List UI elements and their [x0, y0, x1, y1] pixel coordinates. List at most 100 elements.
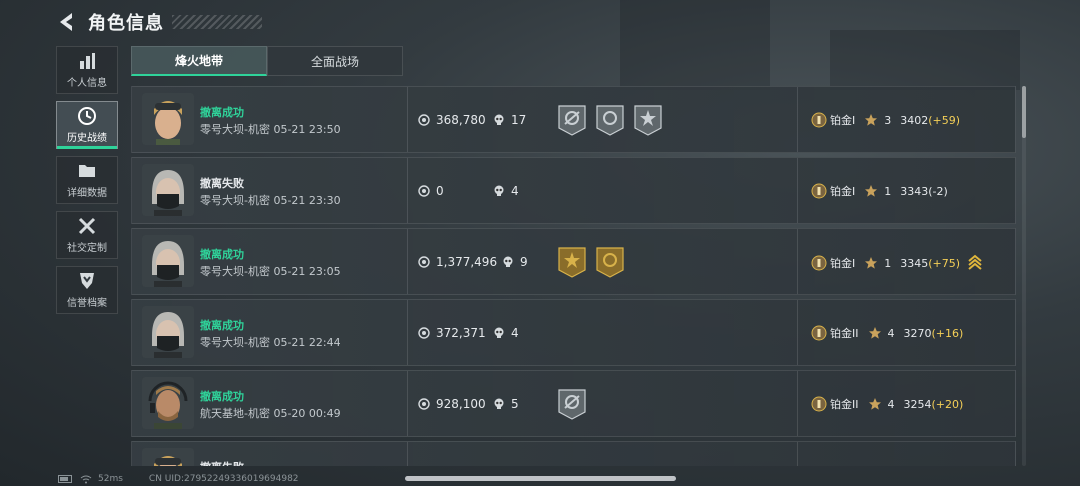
rank-name: 铂金II	[830, 398, 859, 411]
platinum-rank-icon	[811, 396, 827, 412]
row-divider	[407, 158, 408, 223]
match-row[interactable]: 撤离成功 零号大坝-机密 05-21 22:44 372,371 4 铂金II 4 3270…	[131, 299, 1016, 366]
kill-count: 17	[493, 113, 526, 127]
medal-group	[557, 388, 595, 420]
scrollbar-track[interactable]	[1022, 86, 1026, 466]
match-row[interactable]: 撤离失败零号大坝-机密 05-21 23:30 0 4 铂金I 1 3343 (-2)	[131, 157, 1016, 224]
rank-star-count: 4	[887, 326, 895, 340]
medal-group	[557, 104, 671, 136]
row-divider	[407, 87, 408, 152]
back-arrow-icon[interactable]	[56, 11, 76, 33]
tab-hazard-zone[interactable]: 烽火地带	[131, 46, 267, 76]
loot-value: 1,377,496	[418, 255, 497, 269]
folder-icon	[79, 165, 95, 177]
kill-count: 9	[502, 255, 528, 269]
extraction-result: 撤离成功	[200, 390, 244, 403]
loot-value: 0	[418, 184, 444, 198]
rank-info: 铂金I 1 3343 (-2)	[811, 183, 948, 199]
rank-name: 铂金II	[830, 327, 859, 340]
page-header: 角色信息	[56, 8, 262, 36]
rank-info: 铂金I 1 3345 (+75)	[811, 254, 982, 272]
rank-name: 铂金I	[830, 257, 856, 270]
score-delta: (+75)	[928, 256, 961, 270]
sidebar-item-label: 历史战绩	[67, 133, 107, 144]
medal-group	[557, 246, 633, 278]
sidebar-item-details[interactable]: 详细数据	[56, 156, 118, 204]
match-history-list[interactable]: 撤离成功 零号大坝-机密 05-21 23:50 368,780 17 铂金I 3 3402…	[131, 86, 1016, 466]
row-divider	[797, 442, 798, 466]
extraction-result: 撤离成功	[200, 248, 244, 261]
skull-icon	[494, 114, 504, 125]
platinum-rank-icon	[811, 255, 827, 271]
star-icon	[868, 398, 881, 410]
kill-count-text: 4	[511, 326, 519, 340]
player-uid: CN UID:27952249336019694982	[148, 474, 299, 484]
rank-score: 3402	[900, 113, 929, 127]
operator-avatar	[142, 306, 194, 358]
kill-count-text: 9	[520, 255, 528, 269]
rank-name: 铂金I	[830, 185, 856, 198]
rank-name: 铂金I	[830, 114, 856, 127]
kill-count-text: 5	[511, 397, 519, 411]
kill-count: 5	[493, 397, 519, 411]
sidebar-item-profile[interactable]: 个人信息	[56, 46, 118, 94]
match-row[interactable]: 撤离成功 零号大坝-机密 05-21 23:05 1,377,496 9 铂金I 1 334…	[131, 228, 1016, 295]
match-row[interactable]: 撤离成功 零号大坝-机密 05-21 23:50 368,780 17 铂金I 3 3402…	[131, 86, 1016, 153]
kill-count-text: 4	[511, 184, 519, 198]
promotion-chevron-icon	[968, 254, 982, 270]
star-icon	[865, 257, 878, 269]
row-divider	[797, 371, 798, 436]
loot-value-text: 0	[436, 184, 444, 198]
shield-badge-icon	[80, 273, 94, 289]
extraction-result: 撤离失败	[200, 177, 244, 190]
operator-avatar	[142, 235, 194, 287]
background-silhouette	[620, 0, 770, 90]
title-decoration	[172, 15, 262, 29]
sidebar-item-history[interactable]: 历史战绩	[56, 101, 118, 149]
match-row[interactable]: 撤离失败	[131, 441, 1016, 466]
scrollbar-thumb[interactable]	[1022, 86, 1026, 138]
loot-value-text: 368,780	[436, 113, 486, 127]
page-title: 角色信息	[88, 13, 164, 34]
star-icon	[865, 185, 878, 197]
operator-avatar	[142, 93, 194, 145]
operator-avatar	[142, 164, 194, 216]
sidebar-item-label: 详细数据	[67, 188, 107, 199]
row-divider	[407, 371, 408, 436]
score-delta: (+59)	[928, 113, 961, 127]
platinum-rank-icon	[811, 183, 827, 199]
masked-gray-hair-avatar	[142, 235, 194, 287]
skull-icon	[494, 185, 504, 196]
rank-score: 3345	[900, 256, 929, 270]
wifi-icon	[80, 475, 92, 483]
sidebar-item-label: 信誉档案	[67, 298, 107, 309]
extraction-result: 撤离成功	[200, 319, 244, 332]
sidebar: 个人信息 历史战绩 详细数据 社交定制 信誉档案	[56, 46, 118, 321]
extraction-result: 撤离失败	[200, 459, 244, 466]
kill-count: 4	[493, 184, 519, 198]
map-and-time: 零号大坝-机密 05-21 22:44	[200, 336, 341, 349]
coin-icon	[418, 327, 430, 339]
gray-rifle-medal	[558, 389, 586, 420]
match-row[interactable]: 撤离成功 航天基地-机密 05-20 00:49 928,100 5 铂金II 4 3254…	[131, 370, 1016, 437]
score-delta: (-2)	[928, 184, 948, 198]
kill-count-text: 17	[511, 113, 527, 127]
blonde-goggles-avatar	[142, 93, 194, 145]
row-divider	[407, 300, 408, 365]
loot-value: 928,100	[418, 397, 486, 411]
home-indicator[interactable]	[405, 476, 676, 481]
star-icon	[865, 114, 878, 126]
operator-avatar	[142, 377, 194, 429]
background-silhouette	[830, 30, 1020, 90]
tab-full-battlefield[interactable]: 全面战场	[267, 46, 403, 76]
map-and-time: 零号大坝-机密 05-21 23:50	[200, 123, 341, 136]
map-and-time: 零号大坝-机密 05-21 23:30	[200, 194, 341, 207]
extraction-result: 撤离成功	[200, 106, 244, 119]
loot-value-text: 1,377,496	[436, 255, 498, 269]
ping-readout: 52ms	[98, 474, 123, 484]
blonde-goggles-avatar	[142, 448, 194, 466]
row-divider	[797, 300, 798, 365]
sidebar-item-reputation[interactable]: 信誉档案	[56, 266, 118, 314]
sidebar-item-social[interactable]: 社交定制	[56, 211, 118, 259]
row-divider	[797, 87, 798, 152]
